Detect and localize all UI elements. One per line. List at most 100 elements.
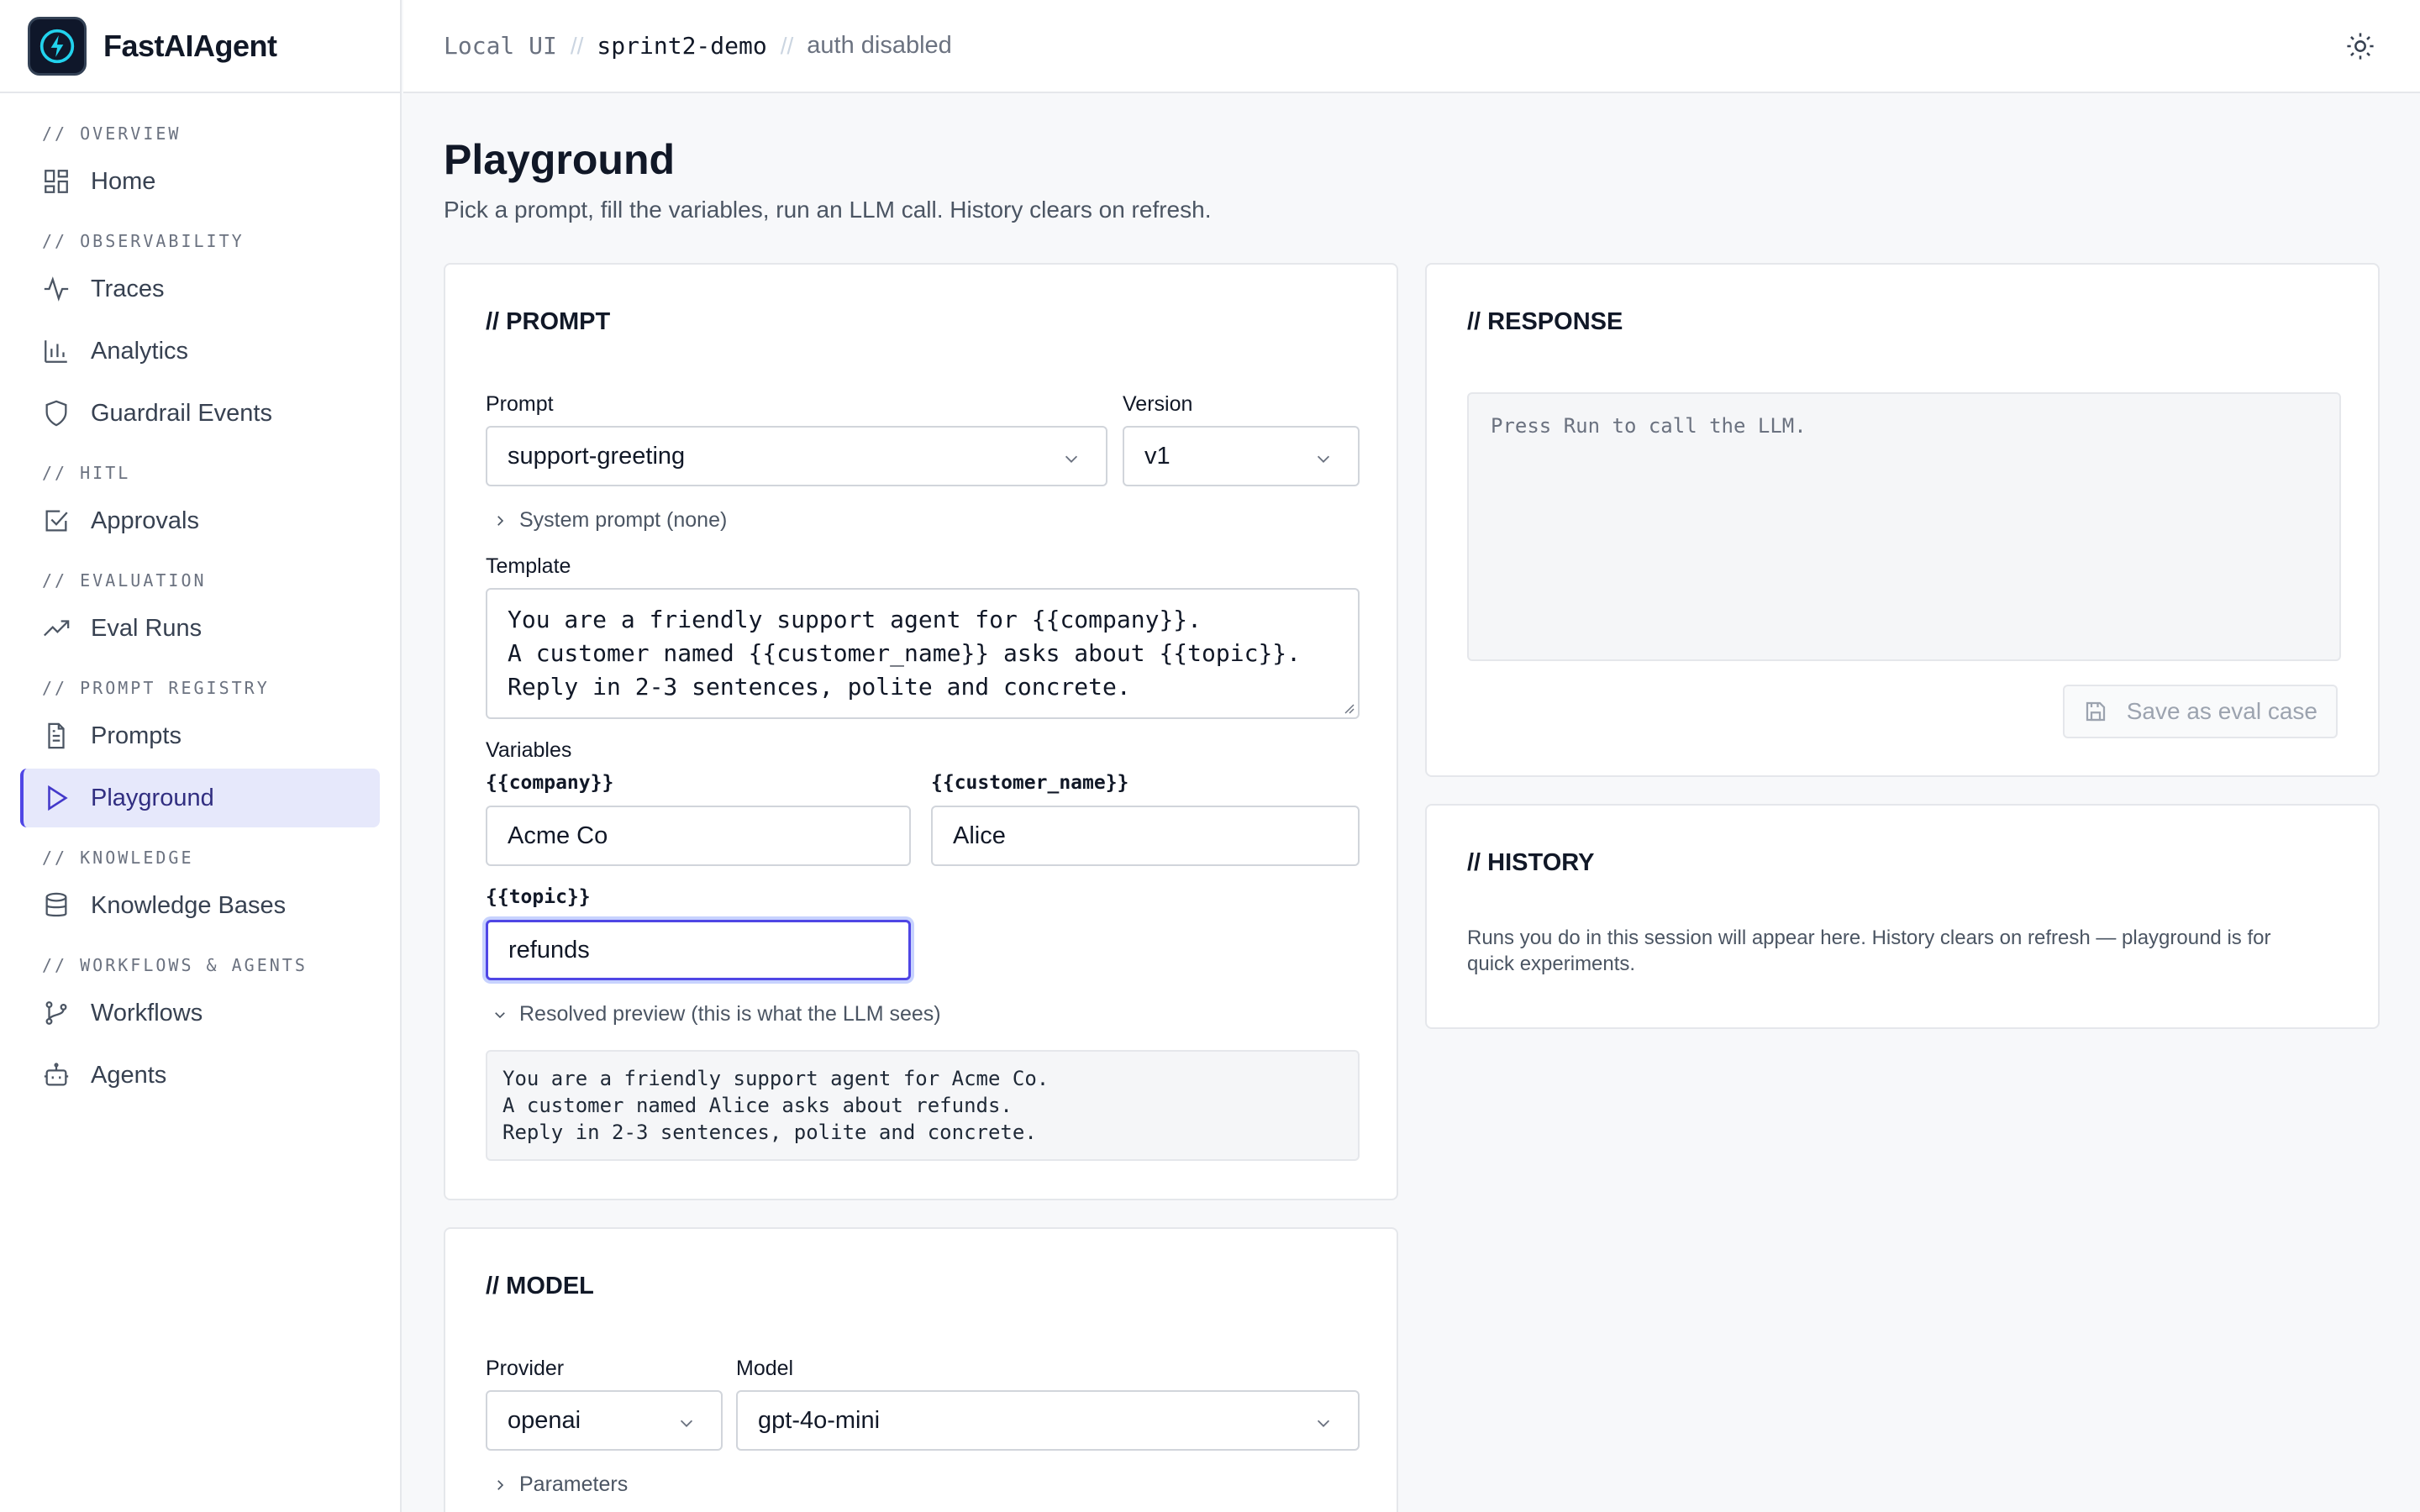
sidebar-item-label: Guardrail Events (91, 399, 272, 427)
variable-name-company: {{company}} (486, 772, 614, 794)
breadcrumb-separator: // (570, 32, 584, 59)
check-square-icon (45, 510, 68, 532)
sidebar-item-playground[interactable]: Playground (20, 769, 380, 827)
auth-status: auth disabled (807, 32, 952, 59)
sidebar-item-traces[interactable]: Traces (20, 260, 380, 318)
chevron-down-icon (1317, 455, 1330, 463)
chevron-down-icon (1317, 1420, 1330, 1427)
model-select[interactable]: gpt-4o-mini (736, 1390, 1360, 1451)
nav-section-overview: // OVERVIEW (42, 123, 182, 144)
prompt-label: Prompt (486, 392, 554, 416)
trending-up-icon (44, 620, 70, 637)
variable-input-topic[interactable]: refunds (486, 920, 911, 980)
brand[interactable]: FastAIAgent (0, 0, 400, 93)
sidebar: FastAIAgent // OVERVIEW Home // OBSERVAB… (0, 0, 402, 1512)
nav-section-evaluation: // EVALUATION (42, 570, 207, 591)
response-output: Press Run to call the LLM. (1467, 392, 2341, 661)
chevron-down-icon (680, 1420, 693, 1427)
grid-icon (45, 170, 68, 193)
provider-select-value: openai (508, 1406, 581, 1434)
variable-name-topic: {{topic}} (486, 886, 591, 908)
brand-name: FastAIAgent (103, 28, 277, 63)
page-title: Playground (444, 136, 676, 183)
model-select-value: gpt-4o-mini (758, 1406, 881, 1434)
bot-icon (44, 1063, 69, 1086)
sidebar-item-label: Prompts (91, 722, 182, 749)
sidebar-item-label: Playground (91, 784, 214, 811)
nav-section-hitl: // HITL (42, 463, 131, 483)
provider-label: Provider (486, 1357, 565, 1380)
prompt-select-value: support-greeting (508, 442, 686, 470)
prompt-select[interactable]: support-greeting (486, 426, 1107, 486)
sidebar-item-label: Home (91, 167, 156, 195)
resolved-preview-toggle[interactable]: Resolved preview (this is what the LLM s… (492, 1002, 941, 1026)
provider-select[interactable]: openai (486, 1390, 723, 1451)
breadcrumb-project[interactable]: sprint2-demo (597, 32, 766, 60)
sidebar-item-workflows[interactable]: Workflows (20, 984, 380, 1042)
prompt-card-title: // PROMPT (486, 308, 611, 335)
variable-name-customer-name: {{customer_name}} (931, 772, 1129, 794)
variable-input-customer-name[interactable]: Alice (931, 806, 1360, 866)
version-select-value: v1 (1144, 442, 1171, 470)
nav-section-observability: // OBSERVABILITY (42, 231, 245, 251)
history-empty-state: Runs you do in this session will appear … (1467, 927, 2271, 975)
resize-handle-icon[interactable] (1341, 701, 1355, 714)
response-card: // RESPONSE Press Run to call the LLM. S… (1425, 263, 2380, 777)
breadcrumb-local-ui[interactable]: Local UI (444, 32, 557, 60)
sidebar-item-prompts[interactable]: Prompts (20, 706, 380, 765)
sidebar-item-knowledge-bases[interactable]: Knowledge Bases (20, 876, 380, 935)
template-textarea[interactable]: You are a friendly support agent for {{c… (486, 588, 1360, 719)
chevron-down-icon (1065, 455, 1078, 463)
page-subtitle: Pick a prompt, fill the variables, run a… (444, 197, 1212, 223)
chevron-right-icon (497, 515, 504, 526)
bolt-icon (28, 16, 87, 76)
parameters-toggle-label: Parameters (519, 1473, 629, 1496)
sidebar-item-guardrail-events[interactable]: Guardrail Events (20, 384, 380, 443)
sidebar-item-label: Agents (91, 1061, 167, 1089)
breadcrumb-separator: // (780, 32, 794, 59)
sidebar-item-approvals[interactable]: Approvals (20, 491, 380, 550)
variables-label: Variables (486, 738, 572, 762)
sidebar-item-label: Traces (91, 275, 165, 302)
model-label: Model (736, 1357, 794, 1380)
file-text-icon (48, 722, 65, 749)
play-icon (48, 785, 68, 811)
variable-input-company[interactable]: Acme Co (486, 806, 911, 866)
chevron-down-icon (495, 1011, 505, 1018)
resolved-preview: You are a friendly support agent for Acm… (486, 1050, 1360, 1161)
sidebar-item-agents[interactable]: Agents (20, 1046, 380, 1105)
save-as-eval-case-button[interactable]: Save as eval case (2062, 685, 2338, 738)
sidebar-nav: // OVERVIEW Home // OBSERVABILITY Traces… (0, 93, 400, 1105)
sidebar-item-label: Knowledge Bases (91, 891, 287, 919)
git-branch-icon (45, 1001, 67, 1025)
parameters-toggle[interactable]: Parameters (492, 1473, 628, 1497)
nav-section-prompt-registry: // PROMPT REGISTRY (42, 678, 270, 698)
sidebar-item-eval-runs[interactable]: Eval Runs (20, 599, 380, 658)
save-icon (2086, 701, 2105, 722)
sun-icon[interactable] (2346, 32, 2375, 60)
shield-icon (45, 400, 67, 427)
sidebar-item-label: Analytics (91, 337, 189, 365)
chevron-right-icon (497, 1479, 504, 1490)
sidebar-item-label: Workflows (91, 999, 203, 1026)
nav-section-workflows-agents: // WORKFLOWS & AGENTS (42, 955, 308, 975)
prompt-card: // PROMPT Prompt support-greeting Versio… (444, 263, 1398, 1200)
sidebar-item-label: Eval Runs (91, 614, 203, 642)
version-select[interactable]: v1 (1123, 426, 1360, 486)
sidebar-item-label: Approvals (91, 507, 199, 534)
topbar: Local UI // sprint2-demo // auth disable… (403, 0, 2420, 93)
system-prompt-toggle[interactable]: System prompt (none) (492, 508, 727, 533)
response-card-title: // RESPONSE (1467, 308, 1623, 335)
main-content: Playground Pick a prompt, fill the varia… (444, 93, 2420, 1512)
version-label: Version (1123, 392, 1193, 416)
sidebar-item-analytics[interactable]: Analytics (20, 322, 380, 381)
bar-chart-icon (45, 340, 67, 363)
system-prompt-toggle-label: System prompt (none) (519, 508, 728, 532)
history-card: // HISTORY Runs you do in this session w… (1425, 804, 2380, 1029)
database-icon (45, 892, 67, 917)
model-card-title: // MODEL (486, 1273, 594, 1299)
sidebar-item-home[interactable]: Home (20, 152, 380, 211)
save-as-eval-case-label: Save as eval case (2126, 698, 2317, 724)
nav-section-knowledge: // KNOWLEDGE (42, 848, 194, 868)
resolved-preview-toggle-label: Resolved preview (this is what the LLM s… (519, 1002, 941, 1026)
